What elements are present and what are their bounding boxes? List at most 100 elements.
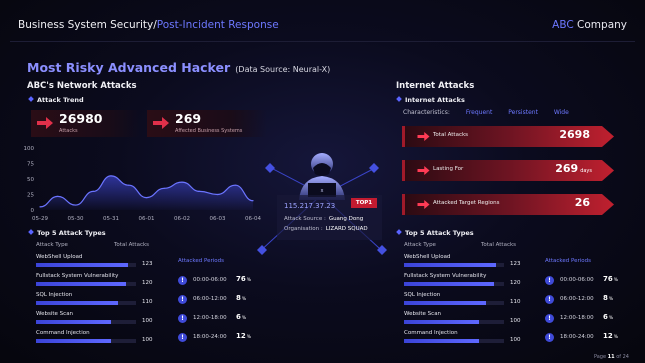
left-section-title: ABC's Network Attacks [27, 81, 137, 91]
attack-bar-fill [36, 263, 128, 267]
top-bar: Business System Security/Post-Incident R… [10, 10, 635, 42]
percent-value: 8 [236, 294, 241, 302]
network-node-icon [377, 245, 387, 255]
svg-text:ｘ: ｘ [319, 188, 324, 194]
main-heading: Most Risky Advanced Hacker (Data Source:… [27, 57, 330, 76]
attack-bar-track [36, 301, 136, 305]
attack-count: 120 [510, 280, 521, 286]
attack-bar-fill [36, 282, 126, 286]
x-tick-label: 05-29 [32, 216, 48, 222]
period-percent: 6% [603, 313, 613, 321]
main-heading-text: Most Risky Advanced Hacker [27, 60, 231, 75]
col-attack-type: Attack Type [404, 242, 436, 248]
network-node-icon [265, 163, 275, 173]
attack-period-row: ! 00:00-06:00 76% [178, 275, 258, 287]
trend-point [110, 175, 112, 177]
info-icon: ! [178, 314, 187, 323]
attack-type-name: Fullstack System Vulnerability [404, 273, 487, 279]
stat-bar-value: 269 days [555, 162, 592, 175]
arrow-right-icon [417, 166, 430, 175]
attack-trend-svg: 100 75 50 25 0 05-29 05-30 05-31 06-01 06-02 06-03… [24, 146, 262, 222]
right-top5-title: Top 5 Attack Types [396, 229, 474, 237]
stat-bar-number: 269 [555, 162, 579, 175]
org-label: Organisation : [284, 226, 323, 232]
stat-bar-number: 26 [574, 196, 590, 209]
stat-value: 26980 [59, 111, 103, 126]
org-value: LIZARD SQUAD [325, 226, 368, 232]
attack-type-name: Website Scan [404, 311, 442, 317]
source-label: Attack Source : [284, 216, 326, 222]
y-tick-label: 0 [31, 208, 35, 214]
x-tick-label: 06-01 [139, 216, 155, 222]
attack-type-name: Fullstack System Vulnerability [36, 273, 119, 279]
stat-bar-unit: days [580, 168, 592, 174]
attack-bar-fill [404, 282, 494, 286]
x-tick-label: 06-03 [210, 216, 226, 222]
attack-bar-fill [36, 339, 111, 343]
attack-bar-fill [36, 301, 119, 305]
period-percent: 76% [236, 275, 251, 283]
trend-point [199, 190, 201, 192]
col-total-attacks: Total Attacks [481, 242, 517, 248]
attack-type-name: Command Injection [36, 330, 90, 336]
trend-point [234, 184, 236, 186]
period-range: 12:00-18:00 [560, 315, 594, 321]
stat-bar-number: 2698 [559, 128, 590, 141]
y-tick-label: 50 [27, 177, 34, 183]
period-range: 06:00-12:00 [560, 296, 594, 302]
trend-point [74, 204, 77, 206]
data-source-label: (Data Source: Neural-X) [235, 65, 331, 74]
attack-bar-track [36, 339, 136, 343]
attack-period-row: ! 18:00-24:00 12% [178, 332, 258, 344]
attack-period-row: ! 06:00-12:00 8% [178, 294, 258, 306]
percent-value: 12 [236, 332, 246, 340]
period-range: 18:00-24:00 [193, 334, 227, 340]
right-periods-title: Attacked Periods [545, 258, 592, 264]
diamond-icon [396, 229, 402, 235]
arrow-right-icon [153, 117, 169, 129]
arrow-right-icon [417, 132, 430, 141]
company-rest: Company [573, 19, 627, 31]
left-periods-title: Attacked Periods [178, 258, 225, 264]
attack-count: 100 [142, 318, 153, 324]
percent-value: 76 [603, 275, 613, 283]
attack-type-row: Fullstack System Vulnerability 120 [36, 273, 161, 289]
internet-stat-bar: Lasting For 269 days [402, 160, 614, 181]
x-tick-label: 06-04 [245, 216, 261, 222]
attack-type-row: Website Scan 100 [36, 311, 161, 327]
period-range: 12:00-18:00 [193, 315, 227, 321]
trend-point [252, 200, 254, 202]
attack-trend-label: Attack Trend [37, 96, 84, 104]
trend-point [145, 197, 148, 199]
attack-type-row: SQL Injection 110 [36, 292, 161, 308]
percent-unit: % [241, 316, 247, 321]
attack-bar-fill [404, 263, 496, 267]
period-range: 00:00-06:00 [193, 277, 227, 283]
attack-bar-track [404, 301, 504, 305]
characteristics-label: Characteristics: [403, 109, 450, 116]
attack-count: 100 [510, 318, 521, 324]
y-tick-label: 75 [27, 162, 34, 168]
characteristics-row: Characteristics: Frequent Persistent Wid… [403, 109, 569, 116]
info-icon: ! [545, 333, 554, 342]
period-range: 06:00-12:00 [193, 296, 227, 302]
percent-unit: % [608, 297, 614, 302]
diamond-icon [28, 229, 34, 235]
y-tick-label: 100 [24, 146, 35, 152]
attack-type-row: Command Injection 100 [36, 330, 161, 346]
percent-unit: % [613, 335, 619, 340]
rank-badge: TOP1 [351, 198, 377, 208]
arrow-right-icon [37, 117, 53, 129]
attack-count: 120 [142, 280, 153, 286]
attack-bar-fill [404, 320, 479, 324]
attack-period-row: ! 12:00-18:00 6% [545, 313, 625, 325]
attack-type-row: Website Scan 100 [404, 311, 529, 327]
page-suffix: of 24 [614, 354, 629, 360]
internet-stat-bar: Attacked Target Regions 26 [402, 194, 614, 215]
attack-period-row: ! 12:00-18:00 6% [178, 313, 258, 325]
attack-count: 110 [510, 299, 521, 305]
network-node-icon [257, 245, 267, 255]
info-icon: ! [545, 295, 554, 304]
stat-value: 269 [175, 111, 202, 126]
attack-type-row: SQL Injection 110 [404, 292, 529, 308]
